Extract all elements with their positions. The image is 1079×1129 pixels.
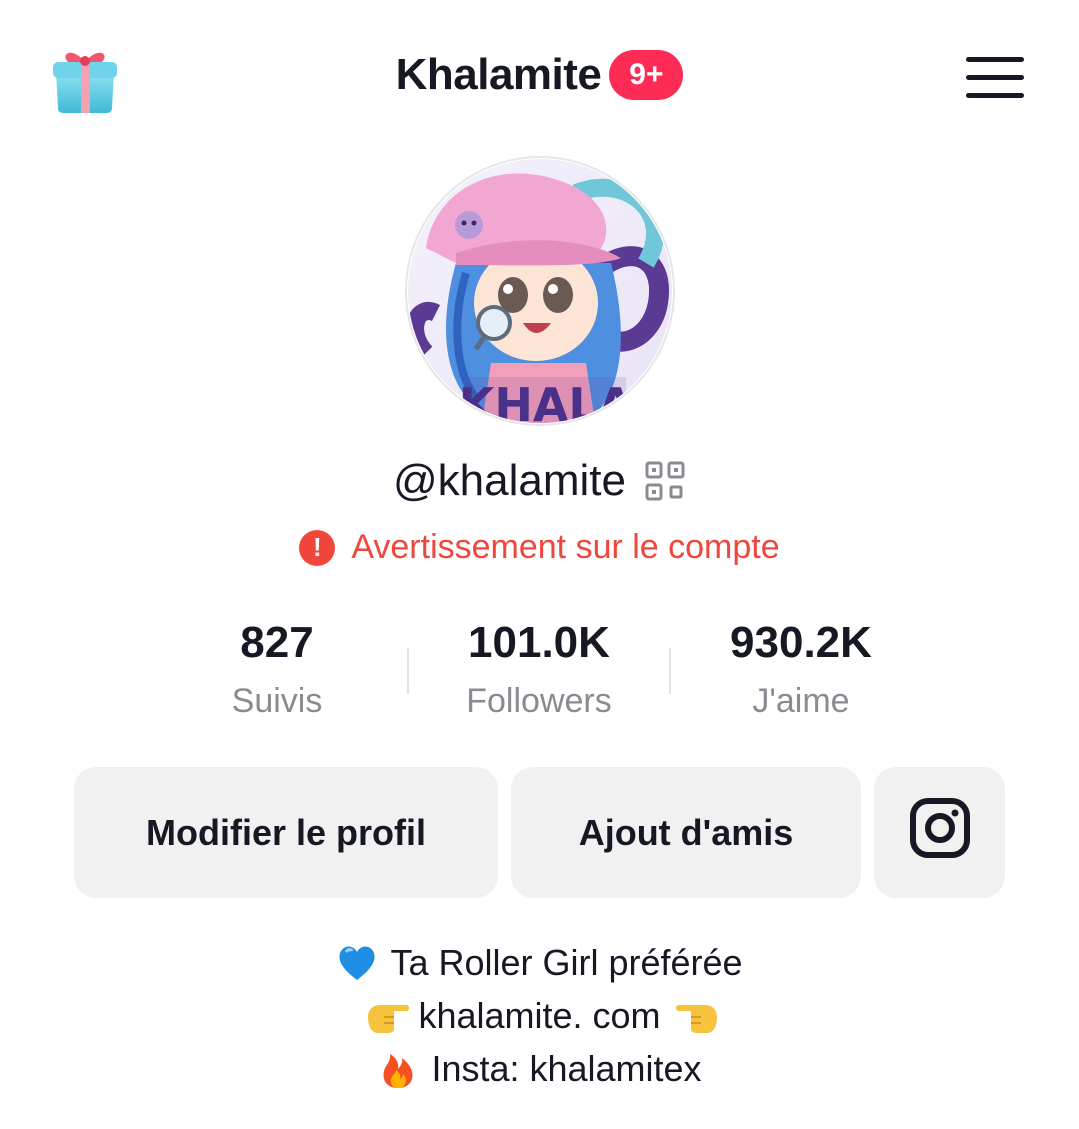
instagram-icon [909, 797, 971, 868]
hamburger-menu-icon[interactable] [964, 54, 1028, 102]
warning-text: Avertissement sur le compte [351, 528, 780, 566]
profile-stats: 827 Suivis 101.0K Followers 930.2K J'aim… [0, 612, 1079, 732]
bio-text-2[interactable]: khalamite. com [418, 989, 660, 1042]
account-warning[interactable]: ! Avertissement sur le compte [0, 528, 1079, 567]
username-row: @khalamite [0, 456, 1079, 506]
followers-label: Followers [466, 682, 612, 720]
add-friends-button[interactable]: Ajout d'amis [511, 767, 861, 898]
bio-line: Insta: khalamitex [0, 1042, 1079, 1095]
pointing-right-icon [364, 995, 410, 1037]
following-label: Suivis [231, 682, 323, 720]
username: @khalamite [393, 456, 626, 505]
followers-count: 101.0K [468, 618, 610, 667]
page-title: Khalamite [395, 50, 602, 99]
profile-avatar[interactable]: KHALA [396, 153, 686, 429]
bio-text-1: Ta Roller Girl préférée [390, 942, 743, 983]
following-count: 827 [240, 618, 314, 667]
stat-followers[interactable]: 101.0K Followers [409, 612, 669, 721]
likes-label: J'aime [752, 682, 850, 720]
qr-code-icon[interactable] [644, 460, 686, 502]
blue-heart-icon [336, 942, 378, 984]
instagram-button[interactable] [874, 767, 1005, 898]
bio-line: khalamite. com [0, 989, 1079, 1042]
edit-profile-button[interactable]: Modifier le profil [74, 767, 498, 898]
stat-following[interactable]: 827 Suivis [147, 612, 407, 721]
bio-text-3: Insta: khalamitex [431, 1048, 702, 1089]
pointing-left-icon [673, 995, 717, 1037]
svg-text:KHALA: KHALA [459, 378, 634, 429]
exclamation-circle-icon: ! [299, 529, 336, 566]
profile-bio: Ta Roller Girl préférée khalamite. com I… [0, 936, 1079, 1095]
likes-count: 930.2K [730, 618, 872, 667]
notification-badge[interactable]: 9+ [609, 50, 684, 100]
stat-likes[interactable]: 930.2K J'aime [671, 612, 931, 721]
header: Khalamite 9+ [0, 50, 1079, 100]
fire-icon [377, 1048, 419, 1090]
bio-line: Ta Roller Girl préférée [0, 936, 1079, 989]
